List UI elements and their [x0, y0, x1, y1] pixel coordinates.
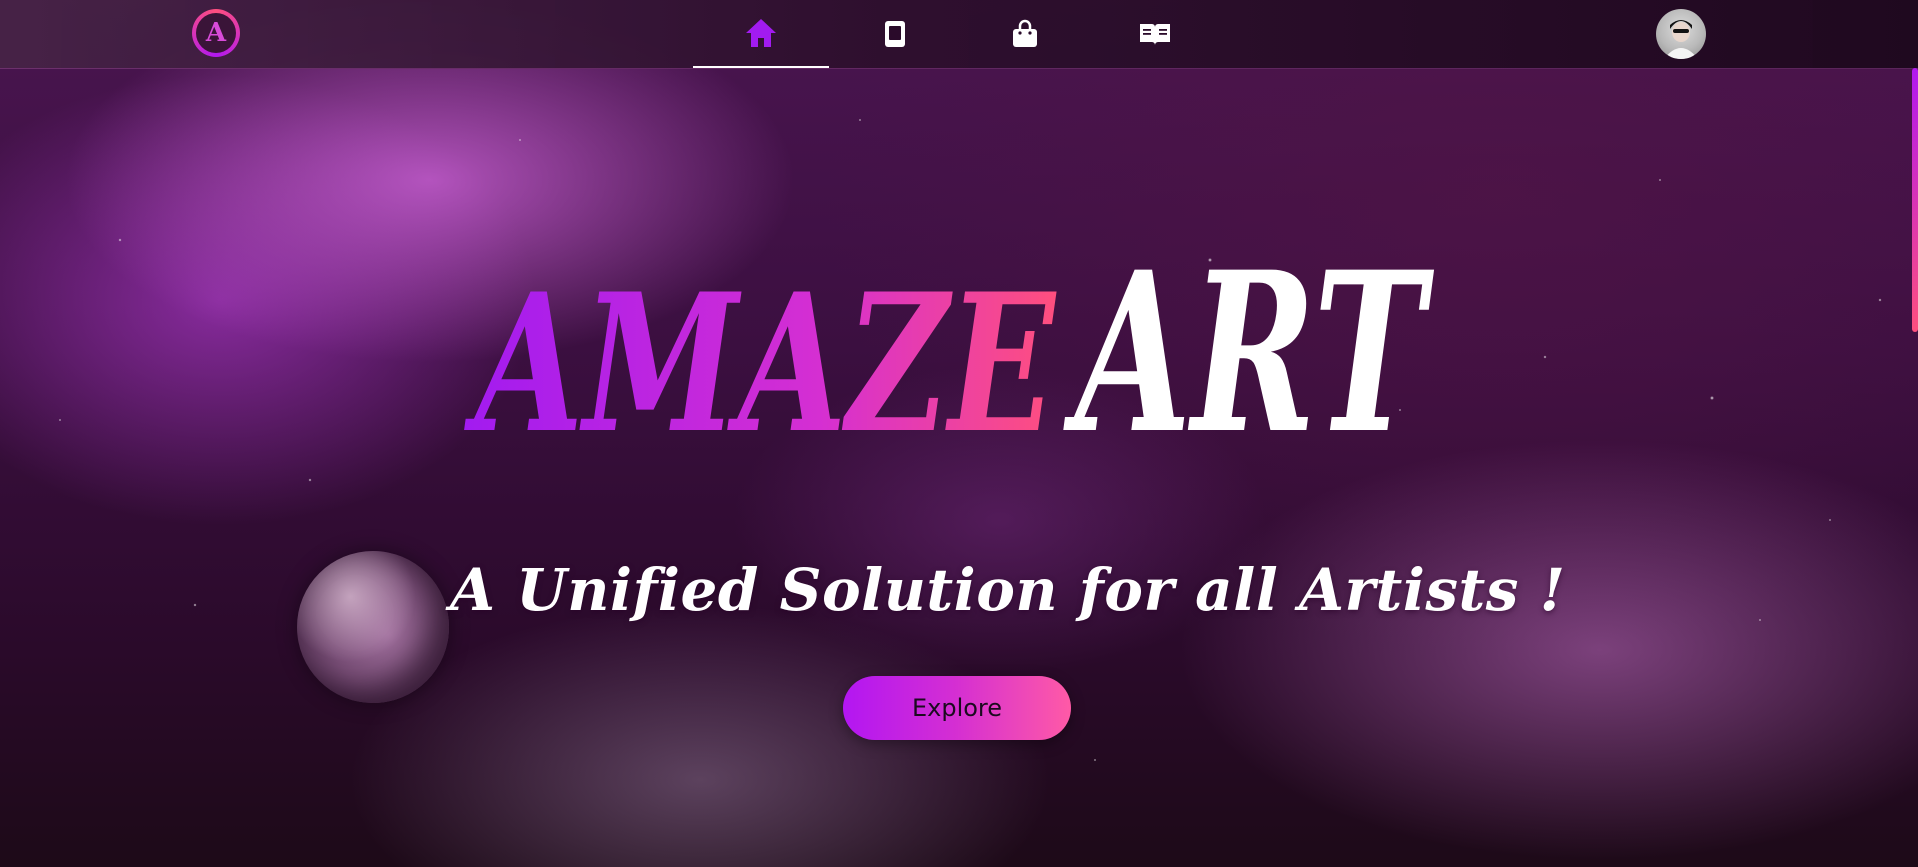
- nav-shop[interactable]: [957, 0, 1093, 68]
- top-navbar: A: [0, 0, 1918, 69]
- hero-tagline: A Unified Solution for all Artists !: [450, 556, 1566, 624]
- user-avatar[interactable]: [1656, 9, 1706, 59]
- brand-logo[interactable]: A: [192, 9, 240, 57]
- nav-read[interactable]: [1087, 0, 1223, 68]
- landing-page: A AMAZE ART A Unified Solution for all A…: [0, 0, 1918, 867]
- planet-decoration: [297, 551, 449, 703]
- explore-button[interactable]: Explore: [843, 676, 1071, 740]
- nav-home[interactable]: [693, 0, 829, 68]
- scrollbar-thumb[interactable]: [1912, 68, 1918, 332]
- open-book-icon: [1140, 24, 1170, 45]
- home-icon: [746, 19, 776, 47]
- hero-logo-title: AMAZE ART: [464, 223, 1435, 482]
- nav-book[interactable]: [827, 0, 963, 68]
- title-art: ART: [1063, 223, 1435, 482]
- logo-letter: A: [196, 13, 236, 53]
- title-amaze: AMAZE: [464, 252, 1057, 475]
- shopping-bag-icon: [1013, 19, 1037, 47]
- book-icon: [885, 21, 905, 47]
- person-icon: [1664, 20, 1698, 59]
